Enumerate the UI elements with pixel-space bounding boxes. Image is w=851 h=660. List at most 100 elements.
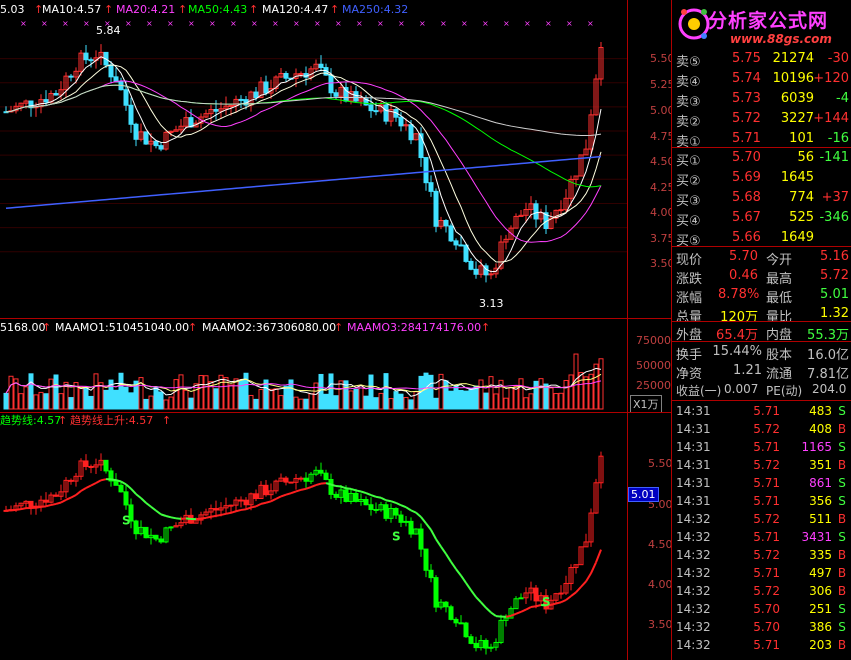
volume-bar bbox=[233, 378, 239, 410]
trend-line-segment bbox=[140, 497, 147, 504]
bid-row[interactable]: 买③ 5.68 774 +37 bbox=[672, 188, 851, 209]
trend-line-segment bbox=[75, 490, 82, 496]
ask-row[interactable]: 卖② 5.72 3227 +144 bbox=[672, 109, 851, 130]
tick-row[interactable]: 14:32 5.70 251 S bbox=[672, 600, 851, 618]
trend-line-segment bbox=[55, 501, 62, 505]
trend-line-segment bbox=[165, 515, 172, 519]
ask-row[interactable]: 卖④ 5.74 10196 +120 bbox=[672, 69, 851, 90]
signal-mark: × bbox=[188, 19, 195, 28]
tick-row[interactable]: 14:32 5.72 306 B bbox=[672, 582, 851, 600]
trend-candle-body bbox=[113, 480, 119, 486]
tick-row[interactable]: 14:32 5.70 386 S bbox=[672, 618, 851, 636]
legend-arrow: ↑ bbox=[178, 3, 188, 16]
trend-line-segment bbox=[595, 549, 602, 563]
bid-row[interactable]: 买⑤ 5.66 1649 bbox=[672, 228, 851, 249]
tick-row[interactable]: 14:32 5.72 511 B bbox=[672, 510, 851, 528]
legend-arrow: ↑ bbox=[249, 3, 259, 16]
trend-candle-body bbox=[408, 520, 414, 535]
bid-volume: 56 bbox=[797, 150, 814, 165]
ask-price: 5.74 bbox=[732, 71, 761, 86]
trend-line-segment bbox=[240, 508, 247, 511]
tick-row[interactable]: 14:31 5.71 356 S bbox=[672, 492, 851, 510]
tick-row[interactable]: 14:31 5.72 351 B bbox=[672, 456, 851, 474]
tick-row[interactable]: 14:32 5.71 203 B bbox=[672, 636, 851, 654]
volume-bar bbox=[43, 393, 49, 410]
tick-row[interactable]: 14:31 5.71 1165 S bbox=[672, 438, 851, 456]
trend-line-segment bbox=[315, 482, 322, 487]
tick-row[interactable]: 14:31 5.71 861 S bbox=[672, 474, 851, 492]
candle-body bbox=[463, 244, 469, 262]
volume-bar bbox=[563, 379, 569, 410]
trend-chart[interactable]: S S S 趋势线:4.57 ↑ 趋势线上升:4.57 ↑ bbox=[0, 413, 627, 660]
bid-price: 5.70 bbox=[732, 150, 761, 165]
trend-candle-body bbox=[118, 484, 124, 493]
main-chart-canvas[interactable]: × × × × × × × × × × × × × × × × × × × × × × × × × × × × bbox=[0, 0, 627, 318]
legend-vol: 5168.00 bbox=[0, 321, 46, 334]
volume-bar bbox=[373, 397, 379, 410]
candle-body bbox=[373, 110, 379, 113]
trend-line-segment bbox=[485, 607, 492, 614]
trend-line-segment bbox=[530, 605, 537, 608]
tick-row[interactable]: 14:32 5.72 335 B bbox=[672, 546, 851, 564]
trend-line-segment bbox=[15, 508, 22, 511]
ma250-line bbox=[5, 155, 602, 210]
ask-row[interactable]: 卖⑤ 5.75 21274 -30 bbox=[672, 49, 851, 70]
trend-line-segment bbox=[275, 495, 282, 500]
trend-candle-body bbox=[303, 477, 309, 482]
candle-body bbox=[88, 59, 94, 62]
tick-price: 5.72 bbox=[753, 584, 780, 598]
volume-bar bbox=[578, 372, 584, 410]
tick-price: 5.71 bbox=[753, 494, 780, 508]
tick-row[interactable]: 14:32 5.71 3431 S bbox=[672, 528, 851, 546]
trend-legend: 趋势线:4.57 ↑ 趋势线上升:4.57 ↑ bbox=[0, 414, 620, 428]
bid-label: 买④ bbox=[676, 214, 701, 229]
current-price-tag: 5.01 bbox=[628, 487, 659, 502]
volume-bar bbox=[68, 397, 74, 410]
ask-label: 卖② bbox=[676, 115, 701, 130]
tick-volume: 861 bbox=[809, 476, 832, 490]
tick-volume: 386 bbox=[809, 620, 832, 634]
bid-row[interactable]: 买① 5.70 56 -141 bbox=[672, 148, 851, 169]
tick-row[interactable]: 14:31 5.72 408 B bbox=[672, 420, 851, 438]
trend-chart-canvas[interactable]: S S S bbox=[0, 413, 627, 660]
tick-row[interactable]: 14:31 5.71 483 S bbox=[672, 402, 851, 420]
main-chart[interactable]: × × × × × × × × × × × × × × × × × × × × × × × × × × × × 5.03 ↑ MA10… bbox=[0, 0, 627, 318]
trend-candle-body bbox=[363, 499, 369, 506]
tick-price: 5.72 bbox=[753, 548, 780, 562]
trend-line-segment bbox=[550, 602, 557, 606]
candle-body bbox=[213, 109, 219, 112]
quote-key: PE(动) bbox=[766, 384, 803, 398]
trend-candle-body bbox=[253, 493, 259, 500]
signal-mark: × bbox=[62, 19, 69, 28]
candle-body bbox=[353, 91, 359, 102]
bid-row[interactable]: 买② 5.69 1645 bbox=[672, 168, 851, 189]
signal-mark: × bbox=[356, 19, 363, 28]
ask-row[interactable]: 卖① 5.71 101 -16 bbox=[672, 129, 851, 150]
trend-candle-body bbox=[153, 534, 159, 540]
tick-list[interactable]: 14:31 5.71 483 S 14:31 5.72 408 B 14:31 5.71 1165 S… bbox=[672, 402, 851, 660]
candle-body bbox=[368, 104, 374, 112]
trend-line-segment bbox=[460, 575, 467, 584]
quote-value: 204.0 bbox=[812, 382, 847, 396]
trend-line-segment bbox=[310, 484, 317, 488]
candle-body bbox=[298, 73, 304, 76]
bid-row[interactable]: 买④ 5.67 525 -346 bbox=[672, 208, 851, 229]
ask-label: 卖⑤ bbox=[676, 55, 701, 70]
tick-time: 14:32 bbox=[676, 548, 711, 562]
ask-price: 5.72 bbox=[732, 111, 761, 126]
ask-change: -30 bbox=[827, 51, 849, 66]
trend-candle-body bbox=[323, 472, 329, 480]
tick-row[interactable]: 14:32 5.71 497 B bbox=[672, 564, 851, 582]
trend-line-segment bbox=[475, 596, 482, 603]
volume-bar bbox=[173, 379, 179, 410]
order-book: 卖⑤ 5.75 21274 -30 卖④ 5.74 10196 +120 卖③ … bbox=[672, 49, 851, 249]
tick-time: 14:31 bbox=[676, 458, 711, 472]
trend-candle-body bbox=[368, 504, 374, 510]
volume-chart[interactable]: 5168.00 ↑ MAAMO1:510451040.00 ↑ MAAMO2:3… bbox=[0, 319, 627, 412]
trend-candle-body bbox=[558, 592, 564, 595]
ask-row[interactable]: 卖③ 5.73 6039 -4 bbox=[672, 89, 851, 110]
ask-label: 卖③ bbox=[676, 95, 701, 110]
volume-bar bbox=[283, 385, 289, 410]
volume-bar bbox=[528, 393, 534, 410]
bid-volume: 525 bbox=[789, 210, 814, 225]
